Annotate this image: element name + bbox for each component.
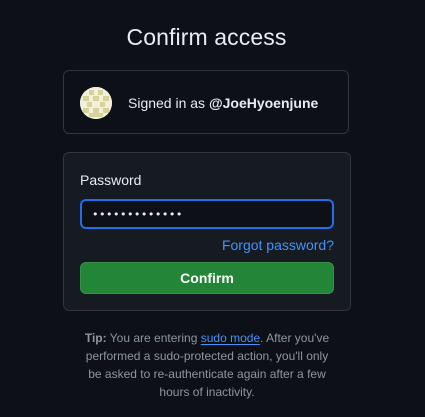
signed-in-prefix: Signed in as (128, 95, 206, 111)
sudo-mode-link[interactable]: sudo mode (201, 331, 260, 345)
page-title: Confirm access (126, 24, 287, 50)
signed-in-account-box: Signed in as @JoeHyoenjune (63, 70, 349, 134)
password-input[interactable] (80, 199, 334, 229)
signed-in-username: @JoeHyoenjune (208, 95, 319, 111)
confirm-button[interactable]: Confirm (80, 262, 334, 294)
sudo-mode-tip: Tip: You are entering sudo mode. After y… (78, 329, 336, 401)
identicon-avatar (80, 87, 112, 119)
confirm-access-page: Confirm access Signed in as @JoeHyoenjun… (0, 0, 425, 417)
forgot-password-link[interactable]: Forgot password? (222, 237, 334, 253)
password-label: Password (80, 172, 142, 188)
signed-in-text: Signed in as @JoeHyoenjune (128, 71, 318, 135)
user-avatar-icon (80, 87, 112, 119)
password-form: Password Forgot password? Confirm (63, 152, 351, 311)
tip-label: Tip: (84, 331, 107, 345)
tip-text-before: You are entering (109, 331, 198, 345)
